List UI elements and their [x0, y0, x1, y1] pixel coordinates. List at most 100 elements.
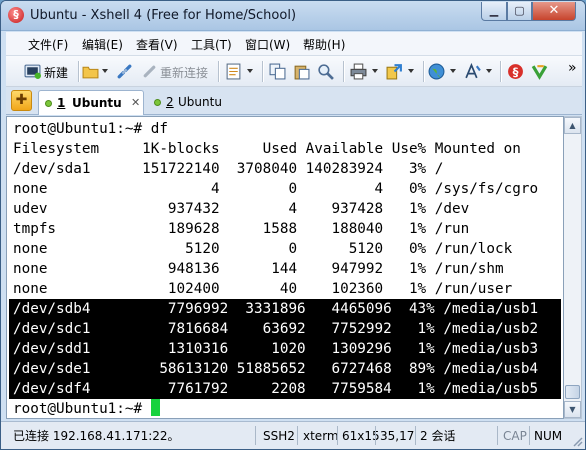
menu-view[interactable]: 查看(V) — [136, 36, 178, 53]
reconnect-icon — [143, 65, 156, 78]
tab-session-2[interactable]: 2 Ubuntu — [148, 90, 228, 115]
folder-open-icon — [82, 66, 99, 79]
paste-icon — [294, 65, 310, 80]
status-separator — [255, 426, 256, 445]
terminal-line-selected: /dev/sdf4 7761792 2208 7759584 1% /media… — [9, 379, 561, 399]
status-separator — [415, 426, 416, 445]
print-button[interactable] — [350, 62, 382, 82]
resize-grip-icon[interactable] — [571, 435, 583, 447]
connect-button[interactable] — [116, 62, 136, 82]
terminal-line: none 4 0 4 0% /sys/fs/cgro — [13, 181, 539, 197]
title-bar[interactable]: § Ubuntu - Xshell 4 (Free for Home/Schoo… — [1, 1, 585, 31]
minimize-button[interactable]: ▁ — [481, 2, 507, 21]
close-icon[interactable]: ✕ — [131, 96, 140, 109]
paste-button[interactable] — [293, 62, 313, 82]
file-transfer-icon — [386, 64, 402, 80]
printer-icon — [350, 63, 367, 80]
terminal-line: tmpfs 189628 1588 188040 1% /run — [13, 221, 470, 237]
status-separator — [497, 426, 498, 445]
copy-button[interactable] — [269, 62, 289, 82]
protocol-indicator: SSH2 — [263, 429, 295, 443]
connected-status-icon — [154, 99, 161, 106]
status-separator — [297, 426, 298, 445]
cursor-position: 35,17 — [380, 429, 415, 443]
new-session-icon — [24, 64, 41, 79]
xftp-button[interactable] — [531, 62, 551, 82]
scroll-down-arrow-icon[interactable]: ▼ — [564, 401, 581, 418]
toolbar-separator — [423, 61, 424, 82]
session-tab-bar: ✚ 1 Ubuntu ✕ 2 Ubuntu — [6, 87, 582, 115]
terminal-cursor — [150, 399, 160, 416]
font-button[interactable] — [464, 62, 496, 82]
svg-text:§: § — [513, 65, 519, 79]
terminal-output[interactable]: root@Ubuntu1:~# df Filesystem 1K-blocks U… — [6, 116, 564, 419]
toolbar-separator — [218, 61, 219, 82]
toolbar-overflow-chevron[interactable]: » — [568, 60, 577, 76]
close-button[interactable]: ✕ — [532, 2, 576, 21]
toolbar: 新建 重新连接 § » — [6, 56, 582, 87]
xshell-logo-icon: § — [508, 64, 523, 79]
encoding-button[interactable] — [428, 62, 460, 82]
terminal-size: 61x15 — [342, 429, 380, 443]
xshell-button[interactable]: § — [507, 62, 527, 82]
maximize-button[interactable]: ▢ — [507, 2, 532, 21]
menu-edit[interactable]: 编辑(E) — [82, 36, 123, 53]
find-button[interactable] — [317, 62, 337, 82]
scroll-up-arrow-icon[interactable]: ▲ — [564, 117, 581, 134]
terminal-line: none 102400 40 102360 1% /run/user — [13, 281, 513, 297]
connection-status: 已连接 192.168.41.171:22。 — [13, 429, 180, 443]
menu-window[interactable]: 窗口(W) — [245, 36, 290, 53]
tab-number: 1 — [57, 96, 66, 110]
dropdown-arrow-icon — [450, 69, 456, 73]
scroll-thumb[interactable] — [565, 385, 580, 399]
terminal-prompt-line[interactable]: root@Ubuntu1:~# — [13, 399, 160, 418]
properties-button[interactable] — [225, 62, 257, 82]
xshell-app-icon: § — [8, 7, 24, 23]
tab-label: Ubuntu — [178, 95, 222, 109]
terminal-line: none 5120 0 5120 0% /run/lock — [13, 241, 513, 257]
dropdown-arrow-icon — [372, 69, 378, 73]
toolbar-separator — [343, 61, 344, 82]
menu-tools[interactable]: 工具(T) — [191, 36, 232, 53]
terminal-line: none 948136 144 947992 1% /run/shm — [13, 261, 504, 277]
num-lock-indicator: NUM — [534, 429, 563, 443]
terminal-scrollbar[interactable]: ▲ ▼ — [564, 116, 582, 419]
properties-icon — [226, 63, 241, 80]
tab-session-1[interactable]: 1 Ubuntu ✕ — [38, 90, 144, 115]
new-tab-plus-button[interactable]: ✚ — [11, 90, 32, 111]
dropdown-arrow-icon — [408, 69, 414, 73]
dropdown-arrow-icon — [486, 69, 492, 73]
reconnect-button[interactable]: 重新连接 — [141, 62, 213, 82]
font-icon — [465, 63, 481, 79]
tab-number: 2 — [166, 95, 174, 109]
dropdown-arrow-icon — [247, 69, 253, 73]
link-icon — [117, 64, 132, 79]
xshell-window: § Ubuntu - Xshell 4 (Free for Home/Schoo… — [0, 0, 586, 450]
open-folder-button[interactable] — [82, 62, 110, 82]
status-separator — [375, 426, 376, 445]
terminal-line: Filesystem 1K-blocks Used Available Use%… — [13, 141, 521, 157]
globe-icon — [428, 63, 445, 80]
status-separator — [529, 426, 530, 445]
terminal-type: xterm — [303, 429, 339, 443]
transfer-button[interactable] — [386, 62, 418, 82]
terminal-line-selected: /dev/sdb4 7796992 3331896 4465096 43% /m… — [9, 299, 561, 319]
xftp-logo-icon — [531, 65, 548, 80]
toolbar-separator — [262, 61, 263, 82]
toolbar-separator — [78, 61, 79, 82]
window-title: Ubuntu - Xshell 4 (Free for Home/School) — [30, 8, 297, 23]
terminal-line: /dev/sda1 151722140 3708040 140283924 3%… — [13, 161, 444, 177]
search-icon — [318, 64, 334, 80]
copy-icon — [269, 63, 286, 80]
menu-help[interactable]: 帮助(H) — [303, 36, 345, 53]
terminal-line-selected: /dev/sde1 58613120 51885652 6727468 89% … — [9, 359, 561, 379]
terminal-prompt: root@Ubuntu1:~# — [13, 401, 151, 417]
status-separator — [337, 426, 338, 445]
connected-status-icon — [45, 100, 52, 107]
terminal-line-selected: /dev/sdc1 7816684 63692 7752992 1% /medi… — [9, 319, 561, 339]
caps-lock-indicator: CAP — [503, 429, 527, 443]
terminal-line-selected: /dev/sdd1 1310316 1020 1309296 1% /media… — [9, 339, 561, 359]
tab-label: Ubuntu — [72, 96, 122, 110]
new-session-button[interactable]: 新建 — [24, 62, 76, 82]
menu-file[interactable]: 文件(F) — [28, 36, 68, 53]
